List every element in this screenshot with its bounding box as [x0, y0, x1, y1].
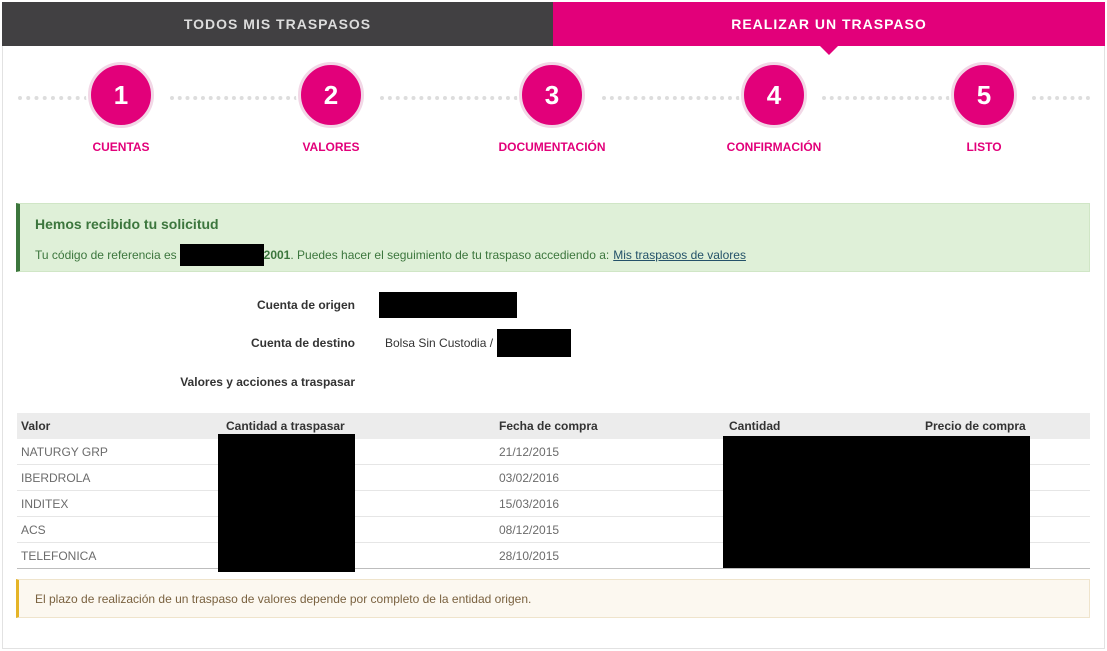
cell-fecha: 15/03/2016	[499, 496, 560, 511]
step-label: CUENTAS	[92, 140, 150, 154]
cell-valor: ACS	[21, 522, 46, 537]
redacted-price-columns	[723, 436, 1030, 568]
cell-fecha: 21/12/2015	[499, 444, 560, 459]
redacted-reference	[179, 244, 264, 266]
origin-account-value	[379, 292, 517, 318]
cell-valor: INDITEX	[21, 496, 69, 511]
warning-alert: El plazo de realización de un traspaso d…	[16, 579, 1090, 618]
step-valores: 2 VALORES	[261, 62, 401, 154]
origin-account-label: Cuenta de origen	[256, 298, 355, 312]
active-tab-caret-icon	[820, 46, 838, 55]
redacted-origin-account	[379, 292, 517, 318]
step-label: DOCUMENTACIÓN	[498, 140, 606, 154]
header-fecha-compra: Fecha de compra	[499, 419, 598, 433]
step-number: 1	[88, 62, 154, 128]
tracking-text: . Puedes hacer el seguimiento de tu tras…	[290, 248, 610, 262]
reference-code-suffix: 2001	[263, 248, 291, 262]
header-precio-compra: Precio de compra	[925, 419, 1026, 433]
origin-account-row: Cuenta de origen	[0, 292, 1107, 318]
success-alert: Hemos recibido tu solicitud Tu código de…	[16, 203, 1090, 272]
step-cuentas: 1 CUENTAS	[51, 62, 191, 154]
header-cantidad-traspasar: Cantidad a traspasar	[226, 419, 345, 433]
cell-fecha: 28/10/2015	[499, 548, 560, 563]
step-label: LISTO	[966, 140, 1002, 154]
securities-label: Valores y acciones a traspasar	[180, 375, 355, 389]
tab-make-transfer[interactable]: REALIZAR UN TRASPASO	[553, 2, 1105, 55]
cell-valor: TELEFONICA	[21, 548, 97, 563]
securities-row: Valores y acciones a traspasar	[0, 370, 1107, 394]
redacted-quantity-column	[218, 434, 355, 572]
warning-text: El plazo de realización de un traspaso d…	[35, 591, 532, 606]
redacted-destination-account	[497, 329, 572, 357]
destination-account-row: Cuenta de destino Bolsa Sin Custodia /	[0, 329, 1107, 357]
cell-valor: IBERDROLA	[21, 470, 91, 485]
header-valor: Valor	[21, 419, 51, 433]
step-confirmacion: 4 CONFIRMACIÓN	[704, 62, 844, 154]
step-documentacion: 3 DOCUMENTACIÓN	[482, 62, 622, 154]
step-number: 3	[519, 62, 585, 128]
tab-all-transfers[interactable]: TODOS MIS TRASPASOS	[2, 2, 553, 46]
reference-prefix: Tu código de referencia es	[35, 248, 177, 262]
cell-fecha: 03/02/2016	[499, 470, 560, 485]
destination-account-value: Bolsa Sin Custodia /	[385, 329, 572, 357]
step-number: 4	[741, 62, 807, 128]
step-number: 5	[951, 62, 1017, 128]
tab-bar: TODOS MIS TRASPASOS REALIZAR UN TRASPASO	[2, 2, 1105, 55]
progress-stepper: 1 CUENTAS 2 VALORES 3 DOCUMENTACIÓN 4 CO…	[18, 62, 1090, 162]
step-label: VALORES	[302, 140, 360, 154]
my-transfers-link[interactable]: Mis traspasos de valores	[613, 248, 746, 262]
success-title: Hemos recibido tu solicitud	[35, 216, 219, 232]
header-cantidad: Cantidad	[729, 419, 781, 433]
step-listo: 5 LISTO	[914, 62, 1054, 154]
step-number: 2	[298, 62, 364, 128]
step-label: CONFIRMACIÓN	[726, 140, 822, 154]
cell-valor: NATURGY GRP	[21, 444, 108, 459]
destination-account-text: Bolsa Sin Custodia /	[385, 336, 494, 350]
cell-fecha: 08/12/2015	[499, 522, 560, 537]
success-message: Tu código de referencia es 2001 . Puedes…	[35, 244, 1074, 266]
destination-account-label: Cuenta de destino	[250, 336, 355, 350]
tab-make-transfer-label: REALIZAR UN TRASPASO	[731, 16, 927, 32]
